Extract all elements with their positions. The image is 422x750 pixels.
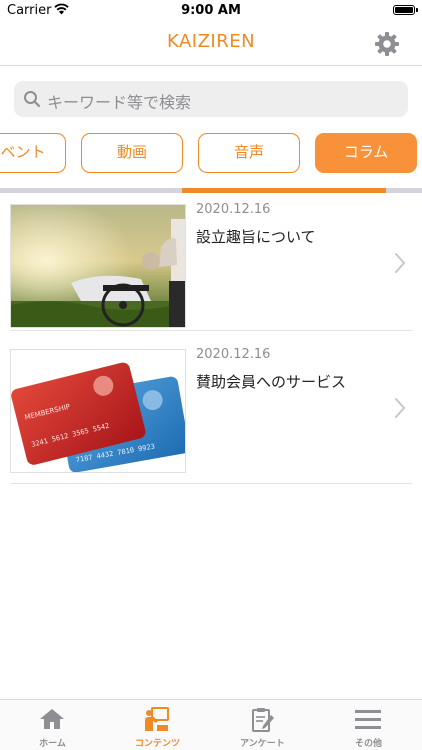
home-icon	[40, 709, 64, 729]
search-placeholder: キーワード等で検索	[47, 93, 192, 112]
chevron-right-icon	[395, 253, 405, 273]
gear-icon[interactable]	[374, 31, 400, 57]
tab-other[interactable]: その他	[316, 700, 421, 750]
tab-home-label: ホーム	[39, 739, 66, 749]
list-item[interactable]: 2020.12.16 設立趣旨について	[10, 194, 412, 331]
tab-bar: ホーム コンテンツ アンケート その他	[0, 699, 422, 750]
membership-card-photo: 7187 4432 7810 9923 MEMBERSHIP 3241 5612…	[10, 349, 186, 473]
tab-contents[interactable]: コンテンツ	[105, 700, 210, 750]
chevron-right-icon	[395, 398, 405, 418]
wheelchair-photo	[10, 204, 186, 328]
list-item[interactable]: 7187 4432 7810 9923 MEMBERSHIP 3241 5612…	[10, 339, 412, 484]
segment-video[interactable]: 動画	[81, 133, 183, 173]
navigation-bar: KAIZIREN	[0, 22, 422, 66]
status-bar: Carrier 9:00 AM	[0, 0, 422, 22]
clock: 9:00 AM	[181, 3, 241, 18]
tab-home[interactable]: ホーム	[0, 700, 105, 750]
segment-indicator	[182, 188, 386, 193]
segment-event[interactable]: ベント	[0, 133, 66, 173]
item-title: 賛助会員へのサービス	[196, 373, 347, 391]
item-date: 2020.12.16	[196, 347, 271, 362]
tab-contents-label: コンテンツ	[134, 739, 180, 749]
search-icon	[24, 91, 41, 108]
page-title: KAIZIREN	[166, 31, 256, 52]
tab-survey[interactable]: アンケート	[210, 700, 315, 750]
battery-icon	[393, 5, 418, 15]
tab-survey-label: アンケート	[240, 739, 285, 749]
item-title: 設立趣旨について	[196, 228, 316, 246]
item-date: 2020.12.16	[196, 202, 271, 217]
menu-icon	[355, 710, 381, 729]
search-field[interactable]: キーワード等で検索	[14, 81, 408, 117]
tab-other-label: その他	[354, 739, 382, 749]
segment-audio[interactable]: 音声	[198, 133, 300, 173]
contents-icon	[145, 707, 169, 731]
segment-column[interactable]: コラム	[315, 133, 417, 173]
survey-icon	[252, 708, 274, 732]
